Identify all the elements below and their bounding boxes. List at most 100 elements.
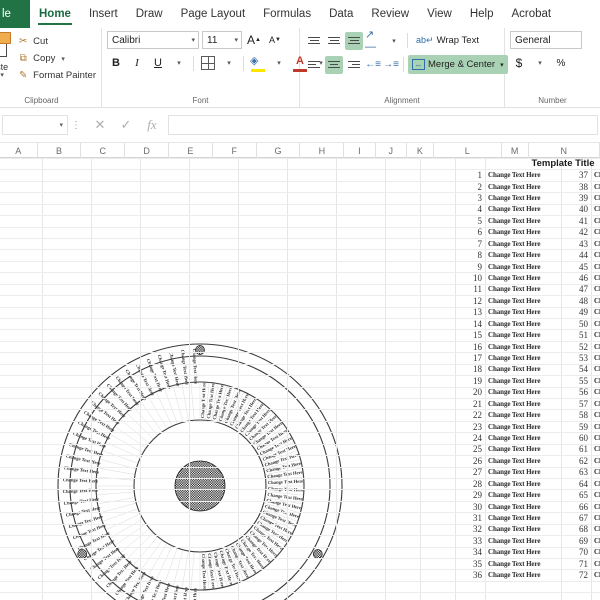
table-row[interactable]: 7 Change Text Here [455, 238, 561, 249]
table-row[interactable]: 15 Change Text Here [455, 329, 561, 340]
cut-button[interactable]: ✂ Cut [17, 34, 96, 49]
column-header-D[interactable]: D [125, 143, 169, 158]
row-text-cell[interactable]: Change Text Here [591, 240, 600, 248]
row-number-cell[interactable]: 37 [561, 170, 591, 180]
row-text-cell[interactable]: Change Text Here [485, 388, 561, 396]
column-header-J[interactable]: J [376, 143, 407, 158]
table-row[interactable]: 17 Change Text Here [455, 352, 561, 363]
table-row[interactable]: 36 Change Text Here [455, 569, 561, 580]
row-number-cell[interactable]: 8 [455, 250, 485, 260]
tab-insert[interactable]: Insert [80, 0, 127, 28]
table-row[interactable]: 70Change Text Here [561, 547, 600, 558]
row-number-cell[interactable]: 11 [455, 284, 485, 294]
table-row[interactable]: 37Change Text Here [561, 169, 600, 180]
row-text-cell[interactable]: Change Text Here [591, 320, 600, 328]
row-number-cell[interactable]: 22 [455, 410, 485, 420]
table-row[interactable]: 10 Change Text Here [455, 272, 561, 283]
column-header-G[interactable]: G [257, 143, 301, 158]
row-number-cell[interactable]: 5 [455, 216, 485, 226]
row-text-cell[interactable]: Change Text Here [485, 263, 561, 271]
table-row[interactable]: 39Change Text Here [561, 192, 600, 203]
table-row[interactable]: 59Change Text Here [561, 421, 600, 432]
table-row[interactable]: 69Change Text Here [561, 535, 600, 546]
currency-button[interactable]: $ [510, 54, 528, 72]
row-number-cell[interactable]: 58 [561, 410, 591, 420]
table-row[interactable]: 18 Change Text Here [455, 364, 561, 375]
row-number-cell[interactable]: 48 [561, 296, 591, 306]
row-text-cell[interactable]: Change Text Here [485, 525, 561, 533]
row-number-cell[interactable]: 50 [561, 319, 591, 329]
confirm-icon[interactable]: ✓ [118, 117, 134, 133]
row-text-cell[interactable]: Change Text Here [591, 205, 600, 213]
row-text-cell[interactable]: Change Text Here [485, 560, 561, 568]
column-header-B[interactable]: B [38, 143, 82, 158]
row-text-cell[interactable]: Change Text Here [485, 480, 561, 488]
table-row[interactable]: 63Change Text Here [561, 467, 600, 478]
row-number-cell[interactable]: 23 [455, 422, 485, 432]
tab-view[interactable]: View [418, 0, 461, 28]
table-row[interactable]: 33 Change Text Here [455, 535, 561, 546]
table-row[interactable]: 16 Change Text Here [455, 341, 561, 352]
row-number-cell[interactable]: 2 [455, 182, 485, 192]
column-header-H[interactable]: H [300, 143, 345, 158]
column-header-I[interactable]: I [344, 143, 376, 158]
row-number-cell[interactable]: 33 [455, 536, 485, 546]
bold-button[interactable]: B [107, 54, 125, 72]
table-row[interactable]: 24 Change Text Here [455, 432, 561, 443]
merge-center-button[interactable]: ↔ Merge & Center ▾ [408, 55, 508, 74]
row-text-cell[interactable]: Change Text Here [591, 274, 600, 282]
row-number-cell[interactable]: 13 [455, 307, 485, 317]
row-number-cell[interactable]: 16 [455, 342, 485, 352]
row-number-cell[interactable]: 72 [561, 570, 591, 580]
row-number-cell[interactable]: 71 [561, 559, 591, 569]
chevron-down-icon[interactable]: ▾ [59, 121, 63, 129]
table-row[interactable]: 8 Change Text Here [455, 249, 561, 260]
row-number-cell[interactable]: 7 [455, 239, 485, 249]
font-size-combo[interactable]: 11 ▾ [202, 31, 242, 49]
row-text-cell[interactable]: Change Text Here [485, 457, 561, 465]
row-text-cell[interactable]: Change Text Here [485, 491, 561, 499]
row-text-cell[interactable]: Change Text Here [485, 183, 561, 191]
row-text-cell[interactable]: Change Text Here [591, 480, 600, 488]
tab-formulas[interactable]: Formulas [254, 0, 320, 28]
tab-draw[interactable]: Draw [127, 0, 172, 28]
row-number-cell[interactable]: 3 [455, 193, 485, 203]
row-number-cell[interactable]: 51 [561, 330, 591, 340]
underline-button[interactable]: U [149, 54, 167, 72]
row-number-cell[interactable]: 6 [455, 227, 485, 237]
row-text-cell[interactable]: Change Text Here [591, 228, 600, 236]
table-row[interactable]: 3 Change Text Here [455, 192, 561, 203]
table-row[interactable]: 68Change Text Here [561, 524, 600, 535]
align-right-button[interactable] [345, 56, 363, 74]
row-number-cell[interactable]: 67 [561, 513, 591, 523]
tab-data[interactable]: Data [320, 0, 362, 28]
table-row[interactable]: 13 Change Text Here [455, 307, 561, 318]
align-bottom-button[interactable] [345, 31, 363, 50]
borders-dropdown-caret[interactable]: ▾ [220, 54, 238, 72]
table-row[interactable]: 4 Change Text Here [455, 204, 561, 215]
table-row[interactable]: 41Change Text Here [561, 215, 600, 226]
row-number-cell[interactable]: 69 [561, 536, 591, 546]
row-text-cell[interactable]: Change Text Here [485, 308, 561, 316]
row-number-cell[interactable]: 34 [455, 547, 485, 557]
row-number-cell[interactable]: 17 [455, 353, 485, 363]
row-text-cell[interactable]: Change Text Here [591, 457, 600, 465]
row-text-cell[interactable]: Change Text Here [591, 171, 600, 179]
row-number-cell[interactable]: 4 [455, 204, 485, 214]
row-text-cell[interactable]: Change Text Here [485, 571, 561, 579]
table-row[interactable]: 49Change Text Here [561, 307, 600, 318]
row-text-cell[interactable]: Change Text Here [591, 194, 600, 202]
row-number-cell[interactable]: 53 [561, 353, 591, 363]
table-row[interactable]: 72Change Text Here [561, 569, 600, 580]
table-row[interactable]: 46Change Text Here [561, 272, 600, 283]
table-row[interactable]: 54Change Text Here [561, 364, 600, 375]
tab-file[interactable]: le [0, 0, 30, 28]
row-number-cell[interactable]: 70 [561, 547, 591, 557]
borders-button[interactable] [199, 54, 217, 72]
row-text-cell[interactable]: Change Text Here [485, 377, 561, 385]
row-text-cell[interactable]: Change Text Here [591, 263, 600, 271]
table-row[interactable]: 34 Change Text Here [455, 547, 561, 558]
row-number-cell[interactable]: 43 [561, 239, 591, 249]
align-left-button[interactable] [305, 56, 323, 74]
row-text-cell[interactable]: Change Text Here [591, 377, 600, 385]
